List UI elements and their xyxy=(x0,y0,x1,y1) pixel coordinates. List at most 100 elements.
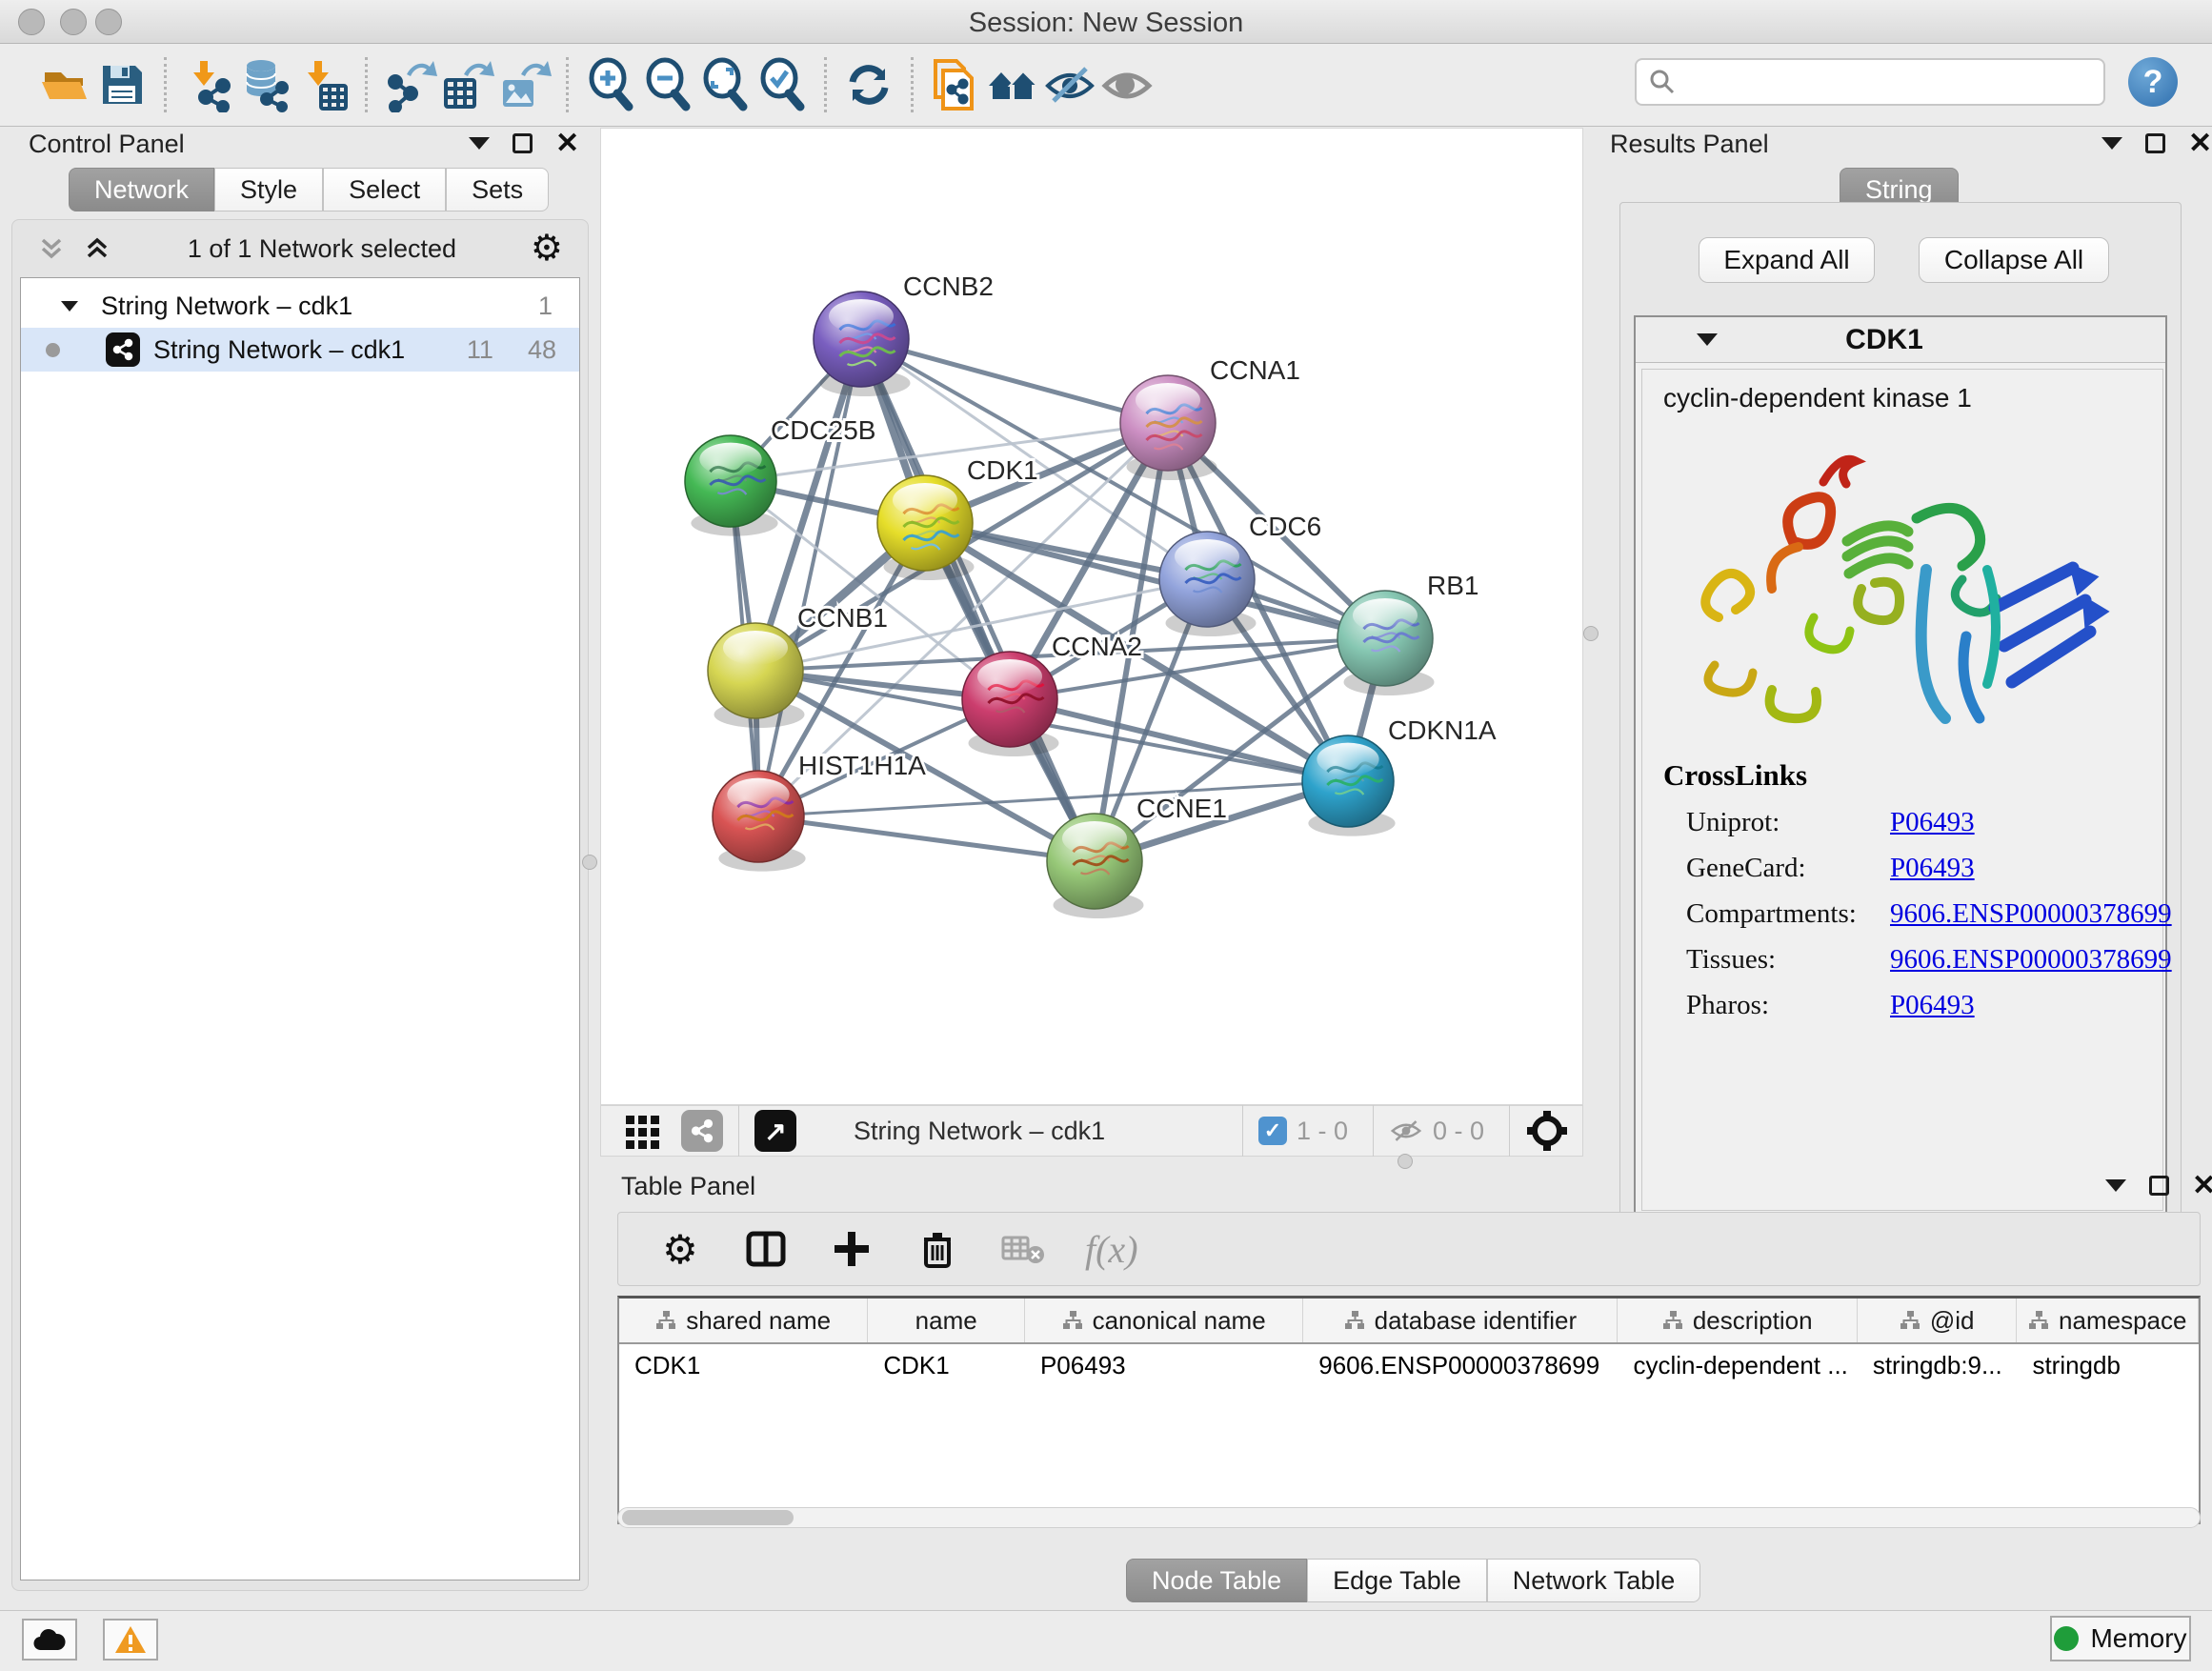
protein-section-header[interactable]: CDK1 xyxy=(1636,317,2165,363)
column-header-name[interactable]: name xyxy=(868,1299,1025,1342)
search-input[interactable] xyxy=(1677,68,2103,97)
column-header-database-identifier[interactable]: database identifier xyxy=(1303,1299,1618,1342)
close-panel-icon[interactable]: ✕ xyxy=(2192,1177,2212,1196)
tab-style[interactable]: Style xyxy=(214,168,323,211)
collection-expand-icon[interactable] xyxy=(61,301,78,312)
collapse-section-icon[interactable] xyxy=(1697,333,1718,346)
save-session-button[interactable] xyxy=(93,55,151,114)
toolbar-search xyxy=(1635,58,2105,106)
cloud-icon xyxy=(32,1627,67,1652)
crosslink-row: Compartments:9606.ENSP00000378699 xyxy=(1663,898,2172,930)
zoom-in-button[interactable] xyxy=(582,55,639,114)
refresh-button[interactable] xyxy=(840,55,897,114)
import-network-from-database-button[interactable] xyxy=(237,55,294,114)
hide-selected-button[interactable] xyxy=(1041,55,1098,114)
tab-edge-table[interactable]: Edge Table xyxy=(1307,1559,1487,1602)
add-column-icon[interactable] xyxy=(828,1225,875,1273)
float-panel-icon[interactable] xyxy=(2145,133,2165,153)
panel-menu-icon[interactable] xyxy=(2101,137,2122,150)
share-view-icon[interactable] xyxy=(681,1110,723,1152)
network-collection-row[interactable]: String Network – cdk1 1 xyxy=(21,284,579,328)
panel-menu-icon[interactable] xyxy=(2105,1179,2126,1192)
expand-all-button[interactable]: Expand All xyxy=(1699,237,1875,283)
network-node-ccnb2[interactable] xyxy=(814,292,911,396)
close-panel-icon[interactable]: ✕ xyxy=(555,134,579,153)
network-node-cdc6[interactable] xyxy=(1159,532,1257,636)
network-node-ccnb1[interactable] xyxy=(708,623,805,728)
export-image-button[interactable] xyxy=(495,55,553,114)
network-node-rb1[interactable] xyxy=(1337,591,1435,695)
network-row[interactable]: String Network – cdk1 11 48 xyxy=(21,328,579,372)
table-cell[interactable]: P06493 xyxy=(1025,1344,1303,1387)
bottom-splitter-handle[interactable] xyxy=(1398,1154,1413,1169)
network-options-gear-icon[interactable]: ⚙ xyxy=(531,231,563,267)
network-edge[interactable] xyxy=(758,816,1095,861)
column-header-description[interactable]: description xyxy=(1618,1299,1857,1342)
warning-status-button[interactable] xyxy=(103,1619,158,1661)
crosslink-link[interactable]: P06493 xyxy=(1890,990,1975,1021)
table-horizontal-scrollbar[interactable] xyxy=(617,1507,2201,1528)
network-node-ccne1[interactable] xyxy=(1047,814,1144,918)
table-cell[interactable]: CDK1 xyxy=(868,1344,1025,1387)
crosslink-link[interactable]: P06493 xyxy=(1890,853,1975,884)
crosslinks-section: CrossLinks Uniprot:P06493GeneCard:P06493… xyxy=(1663,758,2172,1021)
selected-checkbox[interactable]: ✓ xyxy=(1258,1117,1287,1145)
tab-sets[interactable]: Sets xyxy=(446,168,549,211)
column-header-canonical-name[interactable]: canonical name xyxy=(1025,1299,1303,1342)
open-folder-icon xyxy=(37,57,92,112)
column-header-namespace[interactable]: namespace xyxy=(2017,1299,2199,1342)
help-button[interactable]: ? xyxy=(2128,57,2178,107)
collapse-all-button[interactable]: Collapse All xyxy=(1919,237,2109,283)
expand-all-icon[interactable] xyxy=(81,232,113,265)
first-neighbors-button[interactable] xyxy=(984,55,1041,114)
network-edge[interactable] xyxy=(758,339,861,816)
import-table-button[interactable] xyxy=(294,55,352,114)
network-node-ccna2[interactable] xyxy=(962,652,1059,756)
crosslink-link[interactable]: P06493 xyxy=(1890,807,1975,838)
hidden-count: 0 - 0 xyxy=(1433,1117,1484,1146)
collapse-all-icon[interactable] xyxy=(35,232,68,265)
crosslink-link[interactable]: 9606.ENSP00000378699 xyxy=(1890,898,2172,930)
birds-eye-view-button[interactable]: ↗ xyxy=(754,1110,796,1152)
open-file-button[interactable] xyxy=(36,55,93,114)
tab-network[interactable]: Network xyxy=(69,168,214,211)
zoom-out-button[interactable] xyxy=(639,55,696,114)
cloud-status-button[interactable] xyxy=(22,1619,77,1661)
close-panel-icon[interactable]: ✕ xyxy=(2188,134,2212,153)
table-cell[interactable]: 9606.ENSP00000378699 xyxy=(1303,1344,1618,1387)
table-cell[interactable]: cyclin-dependent ... xyxy=(1618,1344,1857,1387)
import-network-button[interactable] xyxy=(180,55,237,114)
left-splitter-handle[interactable] xyxy=(582,855,597,870)
table-cell[interactable]: stringdb xyxy=(2017,1344,2199,1387)
network-canvas[interactable]: CCNB2CCNA1CDC25BCDK1CDC6RB1CCNB1CCNA2CDK… xyxy=(600,128,1583,1105)
panel-menu-icon[interactable] xyxy=(469,137,490,150)
delete-column-icon[interactable] xyxy=(914,1225,961,1273)
network-node-ccna1[interactable] xyxy=(1120,375,1217,480)
show-all-button[interactable] xyxy=(1098,55,1156,114)
table-cell[interactable]: stringdb:9... xyxy=(1858,1344,2018,1387)
table-cell[interactable]: CDK1 xyxy=(619,1344,868,1387)
network-node-cdc25b[interactable] xyxy=(685,435,778,536)
column-header-shared-name[interactable]: shared name xyxy=(619,1299,868,1342)
export-network-button[interactable] xyxy=(381,55,438,114)
column-header--id[interactable]: @id xyxy=(1858,1299,2018,1342)
float-panel-icon[interactable] xyxy=(2149,1176,2169,1196)
memory-button[interactable]: Memory xyxy=(2050,1616,2191,1661)
tab-network-table[interactable]: Network Table xyxy=(1487,1559,1701,1602)
tab-select[interactable]: Select xyxy=(323,168,446,211)
tab-node-table[interactable]: Node Table xyxy=(1126,1559,1307,1602)
network-node-cdk1[interactable] xyxy=(877,475,975,580)
network-node-cdkn1a[interactable] xyxy=(1302,735,1396,836)
export-table-button[interactable] xyxy=(438,55,495,114)
node-label: HIST1H1A xyxy=(798,751,926,780)
float-panel-icon[interactable] xyxy=(513,133,533,153)
clone-network-button[interactable] xyxy=(927,55,984,114)
zoom-fit-button[interactable] xyxy=(696,55,754,114)
pan-target-icon[interactable] xyxy=(1525,1109,1569,1153)
crosslink-link[interactable]: 9606.ENSP00000378699 xyxy=(1890,944,2172,976)
network-node-hist1h1a[interactable] xyxy=(713,771,806,872)
show-columns-icon[interactable] xyxy=(742,1225,790,1273)
grid-view-icon[interactable] xyxy=(624,1112,662,1150)
zoom-selected-button[interactable] xyxy=(754,55,811,114)
table-options-gear-icon[interactable]: ⚙ xyxy=(656,1225,704,1273)
